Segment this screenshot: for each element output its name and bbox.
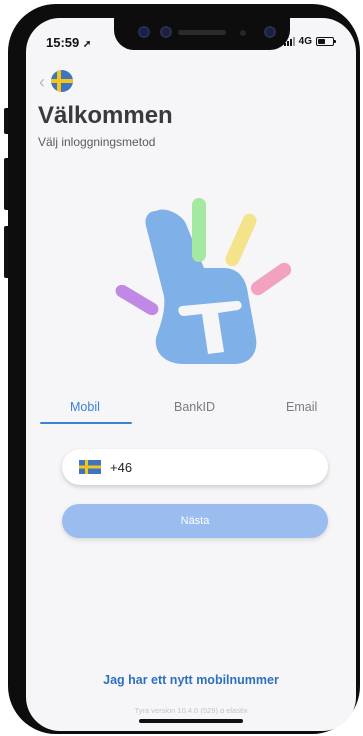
sensor-dot [240, 30, 246, 36]
version-text: Tyra version 10.4.0 (529) ɑ elastix [134, 706, 248, 715]
phone-body: 15:59 ➚ 4G ‹ Välkommen Välj inloggningsm [8, 4, 360, 734]
network-type: 4G [298, 36, 312, 47]
tab-email[interactable]: Email [286, 400, 317, 414]
phone-number-input[interactable]: +46 [62, 449, 328, 485]
page-title: Välkommen [38, 102, 173, 129]
finger-yellow [225, 213, 257, 267]
finger-pink [250, 262, 292, 296]
new-number-link[interactable]: Jag har ett nytt mobilnummer [26, 673, 356, 687]
screen: 15:59 ➚ 4G ‹ Välkommen Välj inloggningsm [26, 18, 356, 731]
location-arrow-icon: ➚ [82, 39, 92, 50]
camera-lens-icon [160, 26, 172, 38]
finger-green [192, 198, 206, 262]
tab-bankid[interactable]: BankID [174, 400, 215, 414]
login-method-tabs: Mobil BankID Email [26, 400, 356, 440]
tab-mobil[interactable]: Mobil [70, 400, 100, 414]
active-tab-indicator [40, 422, 132, 424]
status-time: 15:59 ➚ [46, 35, 91, 50]
home-indicator[interactable] [139, 719, 243, 723]
signal-bars-icon [283, 37, 295, 46]
tyra-hand-logo [115, 198, 292, 364]
camera-lens-icon [138, 26, 150, 38]
country-code-prefix: +46 [110, 459, 133, 475]
front-camera-icon [264, 26, 276, 38]
back-chevron-icon[interactable]: ‹ [39, 72, 45, 93]
page-subtitle: Välj inloggningsmetod [38, 135, 156, 149]
thumb-purple [115, 284, 159, 316]
next-button[interactable]: Nästa [62, 504, 328, 538]
notch [114, 18, 290, 50]
sweden-flag-icon[interactable] [79, 460, 101, 474]
status-time-text: 15:59 [46, 35, 80, 50]
sweden-flag-icon[interactable] [51, 70, 73, 92]
speaker-grille [178, 30, 226, 35]
battery-icon [316, 37, 336, 46]
status-indicators: 4G [283, 36, 336, 47]
device-frame: 15:59 ➚ 4G ‹ Välkommen Välj inloggningsm [0, 0, 363, 736]
